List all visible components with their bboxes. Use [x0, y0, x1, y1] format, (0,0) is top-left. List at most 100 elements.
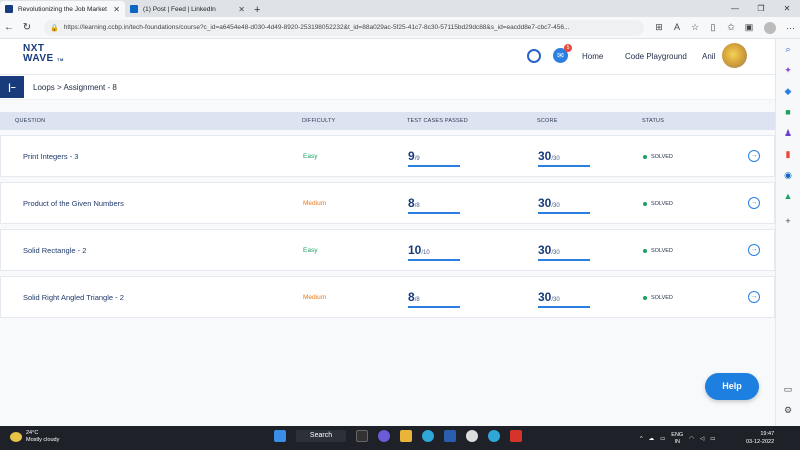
- collections-icon[interactable]: ▣: [740, 22, 758, 33]
- cloud-icon[interactable]: ☁: [649, 436, 655, 442]
- arrow-right-circle-icon[interactable]: →: [748, 291, 760, 303]
- status-text: SOLVED: [651, 295, 673, 301]
- tree-icon[interactable]: ▲: [783, 191, 793, 201]
- chevron-up-icon[interactable]: ^: [640, 436, 643, 442]
- chat-app-icon[interactable]: [378, 430, 390, 442]
- tests-total: /8: [414, 203, 420, 209]
- onedrive-icon[interactable]: ▭: [660, 436, 665, 442]
- home-link[interactable]: Home: [582, 52, 603, 61]
- wifi-icon[interactable]: ◠: [689, 436, 694, 442]
- table-row[interactable]: Product of the Given Numbers Medium 8/8 …: [0, 182, 775, 224]
- breadcrumb[interactable]: Loops > Assignment - 8: [33, 83, 117, 92]
- back-icon[interactable]: ←: [0, 22, 18, 33]
- linkedin-favicon-icon: [130, 5, 138, 13]
- nxtwave-logo[interactable]: NXT WAVE TM: [23, 44, 64, 65]
- header-score: SCORE: [537, 118, 558, 124]
- profile-icon[interactable]: [764, 21, 776, 34]
- tests-progress-bar: [408, 165, 460, 167]
- windows-start-icon[interactable]: [274, 430, 286, 442]
- tests-total: /8: [414, 297, 420, 303]
- status-badge: SOLVED: [643, 295, 673, 301]
- games-icon[interactable]: ♟: [783, 128, 793, 138]
- status-text: SOLVED: [651, 248, 673, 254]
- sidebar-toggle-icon[interactable]: |–: [0, 76, 24, 98]
- score: 30/30: [538, 194, 590, 214]
- breadcrumb-row: |– Loops > Assignment - 8: [0, 76, 775, 100]
- close-tab-icon[interactable]: ✕: [238, 5, 245, 14]
- taskbar-search[interactable]: Search: [296, 430, 346, 442]
- code-playground-link[interactable]: Code Playground: [625, 52, 687, 61]
- mcafee-icon[interactable]: [510, 430, 522, 442]
- arrow-right-circle-icon[interactable]: →: [748, 244, 760, 256]
- refresh-icon[interactable]: ↻: [18, 22, 36, 33]
- volume-icon[interactable]: ◁: [700, 436, 704, 442]
- close-tab-icon[interactable]: ✕: [113, 5, 120, 14]
- tests-progress-bar: [408, 306, 460, 308]
- cloudy-weather-icon: [10, 432, 22, 442]
- score-value: 30: [538, 196, 552, 210]
- read-aloud-icon[interactable]: A: [668, 22, 686, 33]
- maximize-icon[interactable]: ❐: [748, 0, 774, 17]
- question-name[interactable]: Solid Rectangle - 2: [23, 246, 86, 255]
- difficulty-label: Easy: [303, 247, 318, 254]
- table-row[interactable]: Solid Right Angled Triangle - 2 Medium 8…: [0, 276, 775, 318]
- edge-browser-icon[interactable]: [422, 430, 434, 442]
- close-window-icon[interactable]: ✕: [774, 0, 800, 17]
- header-question: QUESTION: [15, 118, 46, 124]
- logo-tm: TM: [57, 57, 64, 62]
- help-button[interactable]: Help: [705, 373, 759, 400]
- new-tab-icon[interactable]: +: [254, 3, 260, 17]
- timer-icon[interactable]: [527, 49, 541, 63]
- lang-primary: ENG: [671, 432, 684, 438]
- question-name[interactable]: Solid Right Angled Triangle - 2: [23, 293, 124, 302]
- settings-icon[interactable]: ⚙: [783, 405, 793, 415]
- arrow-right-circle-icon[interactable]: →: [748, 197, 760, 209]
- sparkle-icon[interactable]: ✦: [783, 65, 793, 75]
- office-icon[interactable]: ▮: [783, 149, 793, 159]
- taskbar-lang[interactable]: ENG IN: [671, 432, 683, 446]
- outlook-icon[interactable]: ◉: [783, 170, 793, 180]
- user-name[interactable]: Anil: [702, 52, 715, 61]
- tag-icon[interactable]: ◆: [783, 86, 793, 96]
- question-name[interactable]: Print Integers - 3: [23, 152, 78, 161]
- file-explorer-icon[interactable]: [400, 430, 412, 442]
- weather-desc: Mostly cloudy: [26, 437, 60, 443]
- minimize-icon[interactable]: —: [722, 0, 748, 17]
- browser-tab-2[interactable]: (1) Post | Feed | LinkedIn ✕: [125, 1, 250, 17]
- chrome-icon[interactable]: [488, 430, 500, 442]
- search-icon[interactable]: ⌕: [783, 44, 793, 54]
- tests-passed-value: 9: [408, 149, 415, 163]
- store-icon[interactable]: [444, 430, 456, 442]
- question-name[interactable]: Product of the Given Numbers: [23, 199, 124, 208]
- github-icon[interactable]: [466, 430, 478, 442]
- tests-passed: 8/8: [408, 194, 460, 214]
- lock-icon: 🔒: [50, 24, 59, 32]
- split-screen-icon[interactable]: ▯: [704, 22, 722, 33]
- status-badge: SOLVED: [643, 154, 673, 160]
- header-status: STATUS: [642, 118, 665, 124]
- weather-widget[interactable]: 24°C Mostly cloudy: [10, 430, 59, 444]
- score-total: /30: [551, 297, 560, 303]
- app-available-icon[interactable]: ⊞: [650, 22, 668, 33]
- score-progress-bar: [538, 259, 590, 261]
- score-value: 30: [538, 290, 552, 304]
- task-view-icon[interactable]: [356, 430, 368, 442]
- favorite-icon[interactable]: ☆: [686, 22, 704, 33]
- status-text: SOLVED: [651, 154, 673, 160]
- address-bar-row: ← ↻ 🔒 https://learning.ccbp.in/tech-foun…: [0, 17, 800, 39]
- add-icon[interactable]: +: [783, 216, 793, 226]
- avatar[interactable]: [722, 43, 747, 68]
- tools-icon[interactable]: ■: [783, 107, 793, 117]
- tests-progress-bar: [408, 212, 460, 214]
- more-icon[interactable]: ···: [786, 23, 795, 33]
- taskbar-clock[interactable]: 19:47 03-12-2022: [746, 430, 774, 446]
- table-row[interactable]: Print Integers - 3 Easy 9/9 30/30 SOLVED…: [0, 135, 775, 177]
- sidebar-layout-icon[interactable]: ▭: [783, 384, 793, 394]
- table-row[interactable]: Solid Rectangle - 2 Easy 10/10 30/30 SOL…: [0, 229, 775, 271]
- browser-tab-1[interactable]: Revolutionizing the Job Market | ✕: [0, 1, 125, 17]
- url-field[interactable]: 🔒 https://learning.ccbp.in/tech-foundati…: [44, 19, 644, 36]
- battery-icon[interactable]: ▭: [710, 436, 715, 442]
- tests-total: /10: [421, 250, 430, 256]
- arrow-right-circle-icon[interactable]: →: [748, 150, 760, 162]
- favorites-icon[interactable]: ✩: [722, 22, 740, 33]
